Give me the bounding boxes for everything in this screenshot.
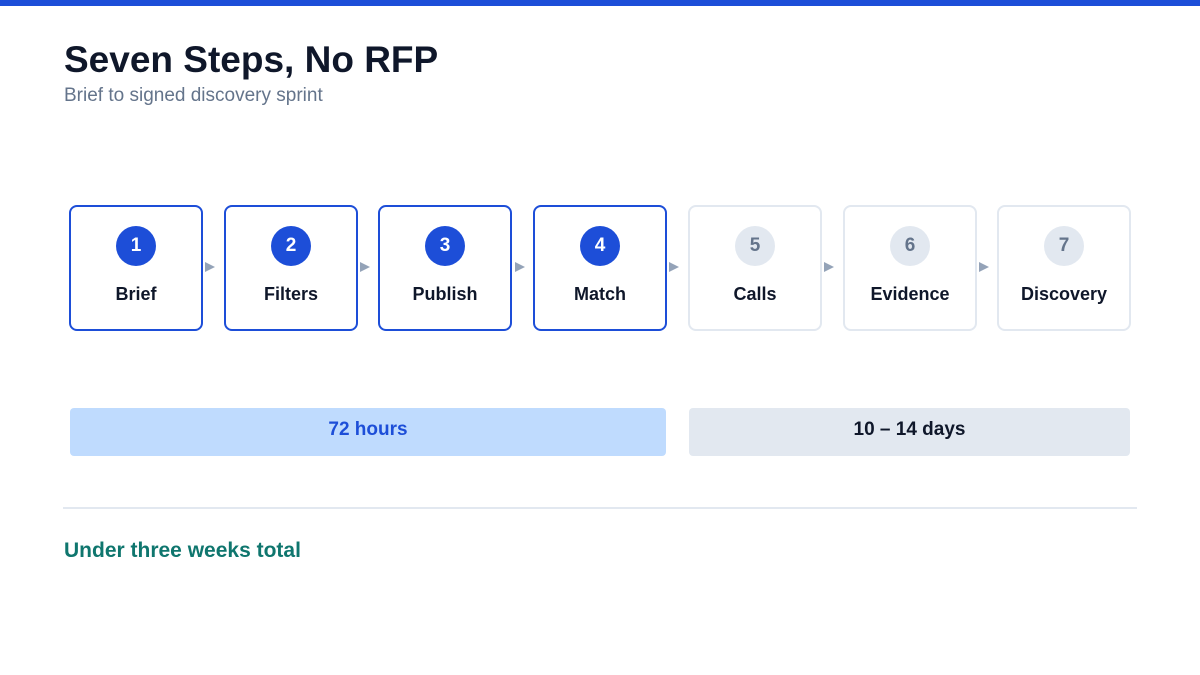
top-accent-bar — [0, 0, 1200, 6]
step-card-match: 4 Match — [533, 205, 667, 331]
total-duration-text: Under three weeks total — [64, 539, 301, 562]
step-label: Filters — [263, 284, 319, 304]
step-card-filters: 2 Filters — [224, 205, 358, 331]
step-label: Evidence — [870, 284, 950, 304]
arrow-right-icon — [669, 262, 679, 272]
step-number-badge: 5 — [735, 226, 775, 266]
step-number-badge: 3 — [425, 226, 465, 266]
phase-bar-first: 72 hours — [70, 408, 666, 456]
step-label: Publish — [412, 284, 478, 304]
step-number-badge: 2 — [271, 226, 311, 266]
page-subtitle: Brief to signed discovery sprint — [64, 85, 323, 106]
step-label: Brief — [115, 284, 157, 304]
step-label: Calls — [733, 284, 777, 304]
step-number-badge: 6 — [890, 226, 930, 266]
arrow-right-icon — [205, 262, 215, 272]
divider — [63, 507, 1137, 509]
step-card-publish: 3 Publish — [378, 205, 512, 331]
step-label: Match — [573, 284, 626, 304]
arrow-right-icon — [360, 262, 370, 272]
arrow-right-icon — [824, 262, 834, 272]
step-card-evidence: 6 Evidence — [843, 205, 977, 331]
step-number-badge: 1 — [116, 226, 156, 266]
arrow-right-icon — [979, 262, 989, 272]
step-card-brief: 1 Brief — [69, 205, 203, 331]
arrow-right-icon — [515, 262, 525, 272]
step-label: Discovery — [1020, 284, 1108, 304]
phase-bar-second: 10 – 14 days — [689, 408, 1130, 456]
step-number-badge: 7 — [1044, 226, 1084, 266]
step-number-badge: 4 — [580, 226, 620, 266]
page-title: Seven Steps, No RFP — [64, 39, 439, 80]
step-card-calls: 5 Calls — [688, 205, 822, 331]
step-card-discovery: 7 Discovery — [997, 205, 1131, 331]
